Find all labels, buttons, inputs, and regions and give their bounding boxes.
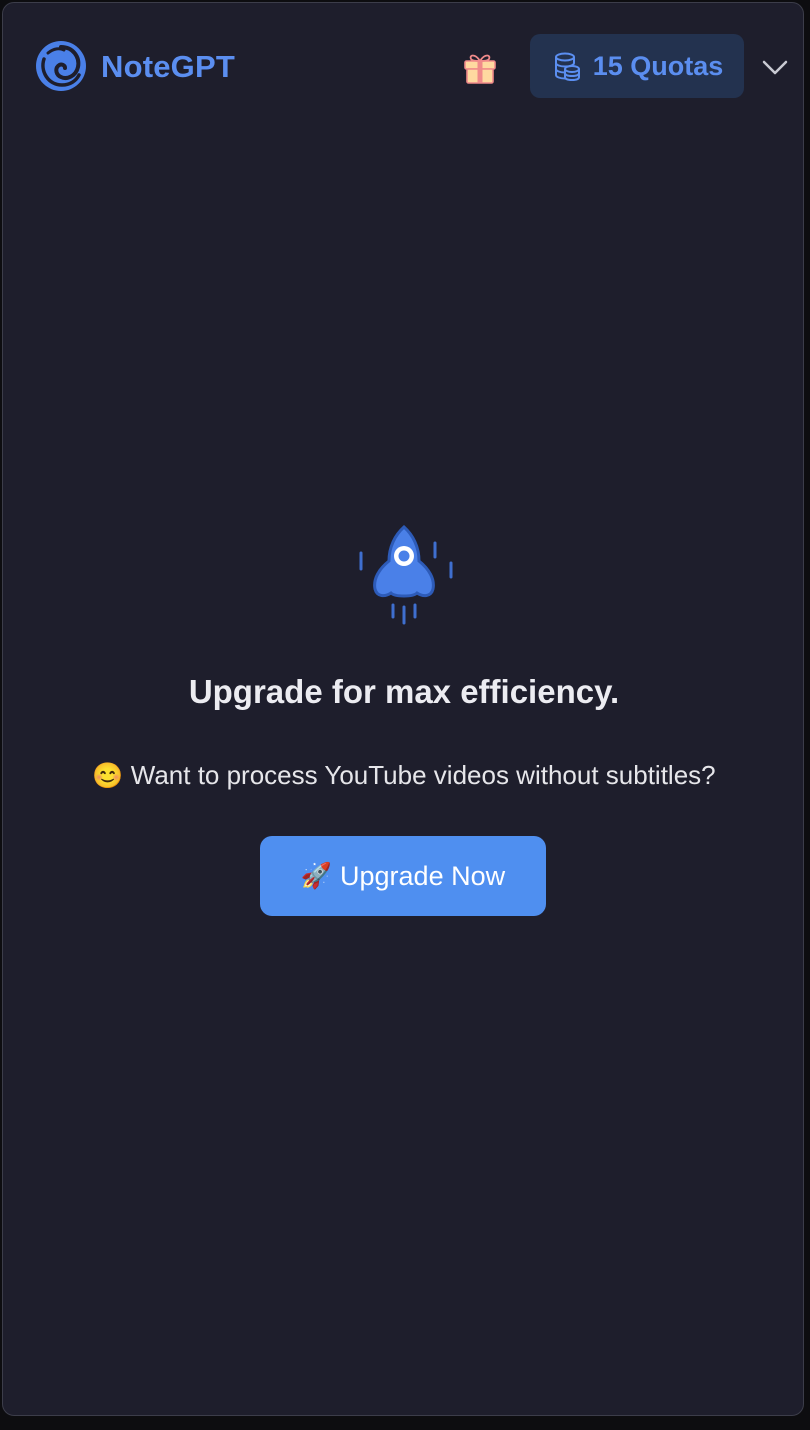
rocket-icon bbox=[359, 524, 453, 625]
upgrade-now-label: Upgrade Now bbox=[340, 861, 506, 891]
chevron-down-icon[interactable] bbox=[760, 55, 790, 79]
rocket-emoji-icon: 🚀 bbox=[300, 862, 333, 890]
upgrade-subtitle: 😊 Want to process YouTube videos without… bbox=[3, 757, 805, 793]
coins-stack-icon bbox=[554, 52, 580, 82]
quota-label: 15 Quotas bbox=[592, 51, 724, 81]
upgrade-now-button[interactable]: 🚀 Upgrade Now bbox=[260, 836, 546, 916]
gift-icon[interactable] bbox=[461, 48, 499, 86]
notegpt-logo-icon[interactable] bbox=[34, 39, 88, 93]
upgrade-title: Upgrade for max efficiency. bbox=[188, 673, 620, 710]
smile-emoji-icon: 😊 bbox=[92, 762, 124, 790]
quota-button[interactable]: 15 Quotas bbox=[530, 34, 744, 98]
side-panel: NoteGPT 15 Quotas Upgrade for max effici… bbox=[2, 2, 804, 1416]
brand-name: NoteGPT bbox=[101, 49, 236, 84]
subtitle-text: Want to process YouTube videos without s… bbox=[130, 760, 716, 790]
header: NoteGPT 15 Quotas bbox=[3, 3, 803, 133]
